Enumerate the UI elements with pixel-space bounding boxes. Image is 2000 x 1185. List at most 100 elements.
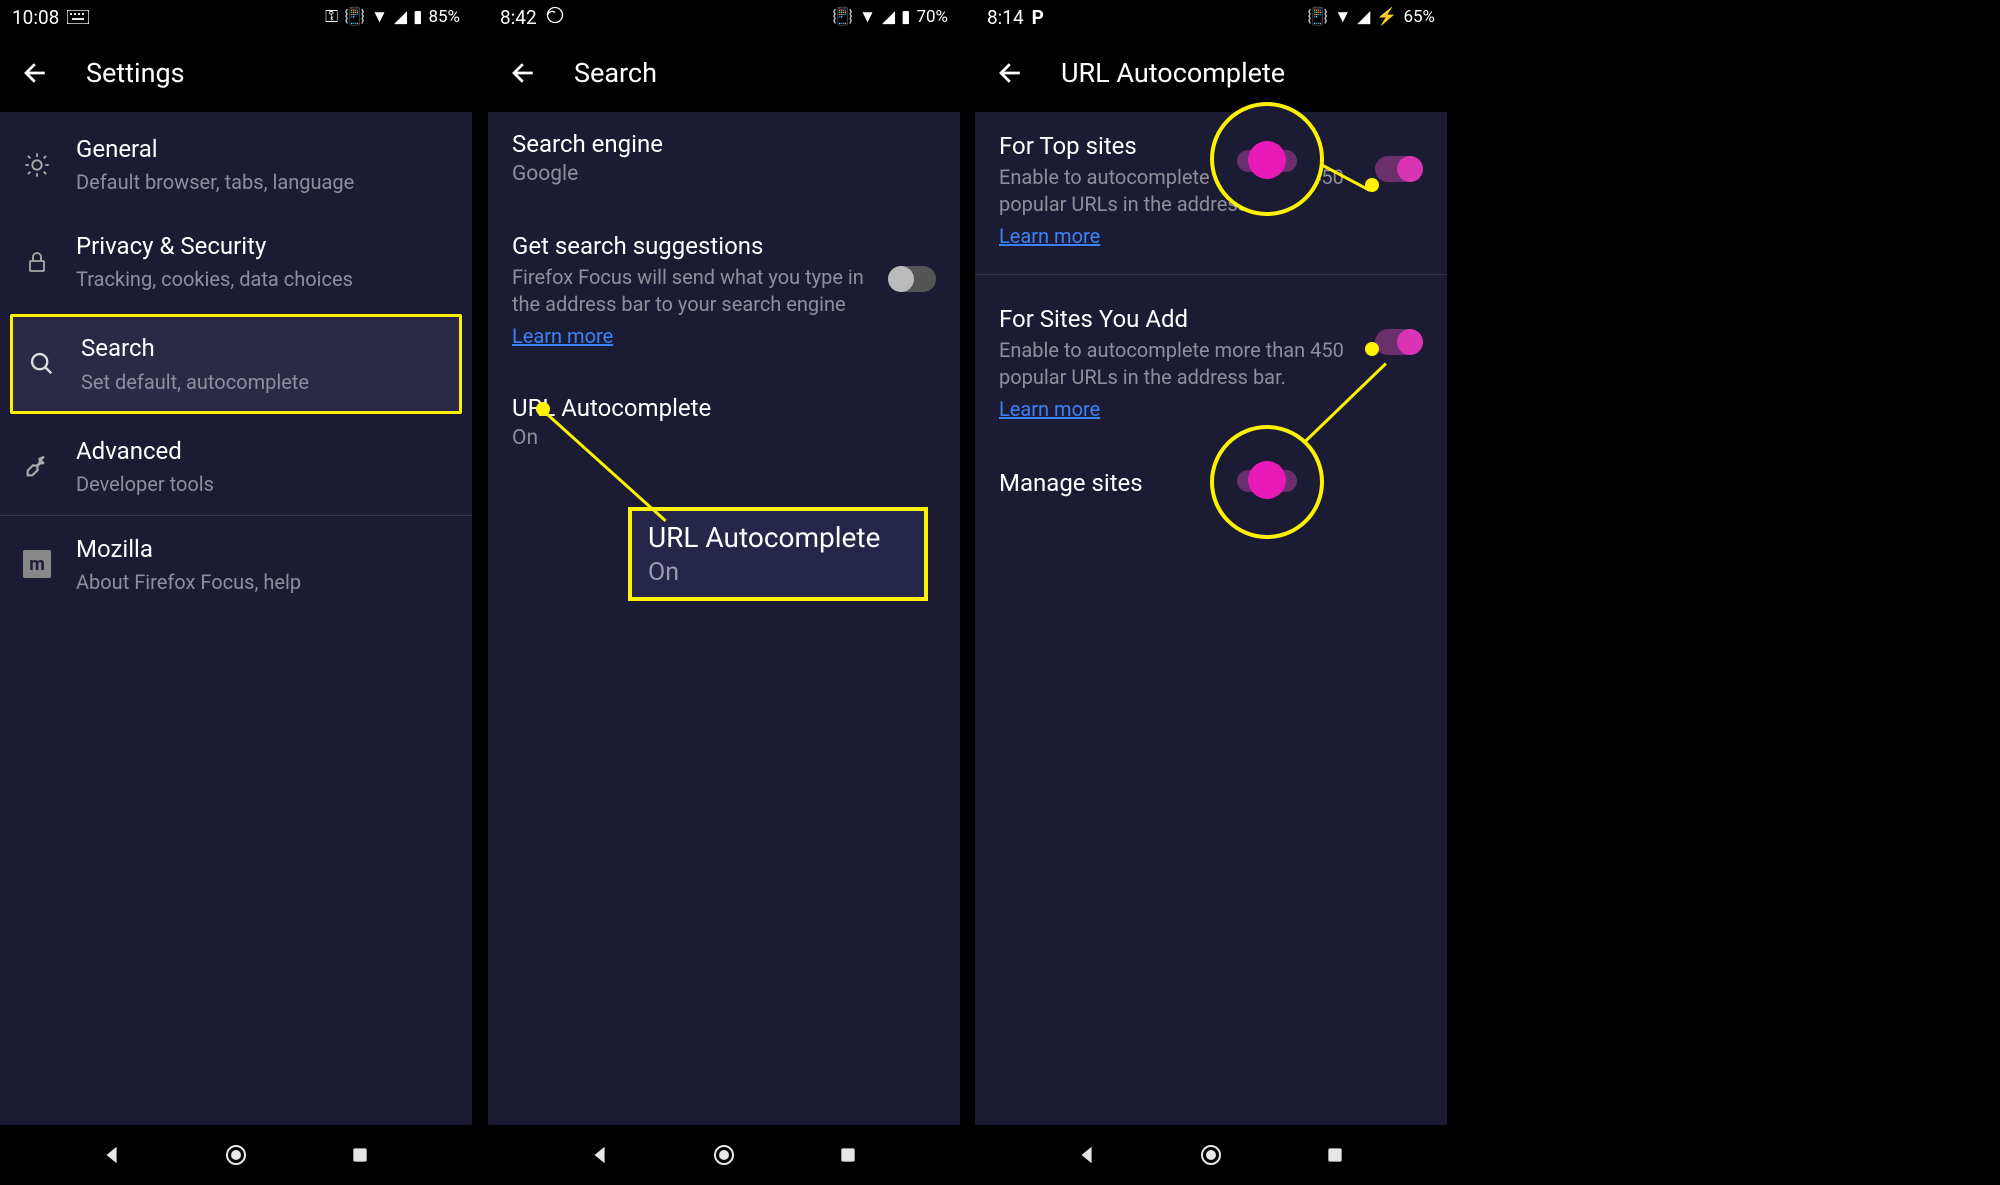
settings-item-advanced[interactable]: Advanced Developer tools: [0, 418, 472, 515]
suggestions-toggle[interactable]: [888, 266, 936, 292]
row-value: Google: [512, 162, 936, 186]
callout-value: On: [648, 558, 908, 587]
settings-item-mozilla[interactable]: m Mozilla About Firefox Focus, help: [0, 516, 472, 613]
learn-more-link[interactable]: Learn more: [999, 224, 1100, 248]
android-nav-bar: [488, 1125, 960, 1185]
wifi-icon: ▼: [859, 7, 876, 27]
nav-back[interactable]: [586, 1141, 614, 1169]
item-label: Search: [81, 333, 447, 364]
nav-recent[interactable]: [834, 1141, 862, 1169]
item-sub: Developer tools: [76, 471, 452, 497]
annotation-toggle-knob: [1248, 141, 1286, 179]
settings-item-general[interactable]: General Default browser, tabs, language: [0, 116, 472, 213]
page-title: Settings: [86, 57, 185, 89]
row-title: Get search suggestions: [512, 232, 874, 260]
android-nav-bar: [975, 1125, 1447, 1185]
url-autocomplete-row[interactable]: URL Autocomplete On: [488, 366, 960, 468]
nav-back[interactable]: [1073, 1141, 1101, 1169]
page-title: URL Autocomplete: [1061, 57, 1285, 89]
back-button[interactable]: [20, 57, 52, 89]
row-title: Search engine: [512, 130, 936, 158]
lock-icon: [20, 245, 54, 279]
p-icon: P: [1032, 6, 1044, 29]
wifi-icon: ▼: [1334, 7, 1351, 27]
item-sub: Default browser, tabs, language: [76, 169, 452, 195]
mozilla-icon: m: [20, 547, 54, 581]
signal-icon: ◢: [1357, 7, 1370, 27]
settings-item-privacy[interactable]: Privacy & Security Tracking, cookies, da…: [0, 213, 472, 310]
key-icon: ⚿: [325, 7, 338, 27]
vibrate-icon: 📳: [1307, 7, 1328, 27]
row-desc: Enable to autocomplete more than 450 pop…: [999, 337, 1361, 391]
annotation-callout: URL Autocomplete On: [628, 507, 928, 601]
search-engine-row[interactable]: Search engine Google: [488, 116, 960, 204]
nav-home[interactable]: [1197, 1141, 1225, 1169]
status-bar: 10:08 ⚿ 📳 ▼ ◢ ▮ 85%: [0, 0, 472, 34]
battery-icon: ▮: [901, 7, 910, 27]
status-bar: 8:14 P 📳 ▼ ◢ ⚡ 65%: [975, 0, 1447, 34]
screen-url-autocomplete: 8:14 P 📳 ▼ ◢ ⚡ 65% URL Autocomplete For …: [975, 0, 1447, 1185]
nav-home[interactable]: [222, 1141, 250, 1169]
row-title: Manage sites: [999, 469, 1423, 497]
back-button[interactable]: [995, 57, 1027, 89]
wrench-icon: [20, 449, 54, 483]
vibrate-icon: 📳: [832, 7, 853, 27]
screen-search: 8:42 📳 ▼ ◢ ▮ 70% Search Search engine Go…: [488, 0, 960, 1185]
learn-more-link[interactable]: Learn more: [999, 397, 1100, 421]
search-icon: [25, 347, 59, 381]
row-desc: Firefox Focus will send what you type in…: [512, 264, 874, 318]
top-sites-row[interactable]: For Top sites Enable to autocomplete mor…: [975, 116, 1447, 266]
nav-recent[interactable]: [346, 1141, 374, 1169]
row-desc: Enable to autocomplete more than 450 pop…: [999, 164, 1361, 218]
app-bar: URL Autocomplete: [975, 34, 1447, 112]
battery-pct: 85%: [428, 7, 460, 27]
keyboard-icon: [67, 6, 89, 29]
vibrate-icon: 📳: [344, 7, 365, 27]
sites-you-add-toggle[interactable]: [1375, 329, 1423, 355]
settings-list: General Default browser, tabs, language …: [0, 112, 472, 1125]
nav-recent[interactable]: [1321, 1141, 1349, 1169]
item-label: Advanced: [76, 436, 452, 467]
annotation-dot-bottom: [1365, 342, 1379, 356]
wifi-icon: ▼: [371, 7, 388, 27]
settings-item-search[interactable]: Search Set default, autocomplete: [10, 314, 462, 413]
screen-settings: 10:08 ⚿ 📳 ▼ ◢ ▮ 85% Settings General Def…: [0, 0, 472, 1185]
page-title: Search: [574, 57, 657, 89]
row-title: For Top sites: [999, 132, 1361, 160]
back-button[interactable]: [508, 57, 540, 89]
sites-you-add-row[interactable]: For Sites You Add Enable to autocomplete…: [975, 275, 1447, 439]
row-title: For Sites You Add: [999, 305, 1361, 333]
item-label: Privacy & Security: [76, 231, 452, 262]
status-bar: 8:42 📳 ▼ ◢ ▮ 70%: [488, 0, 960, 34]
item-sub: Tracking, cookies, data choices: [76, 266, 452, 292]
gear-icon: [20, 148, 54, 182]
status-time: 8:42: [500, 6, 537, 29]
annotation-dot-top: [1365, 178, 1379, 192]
row-title: URL Autocomplete: [512, 394, 936, 422]
battery-icon: ▮: [413, 7, 422, 27]
firefox-icon: [545, 5, 565, 30]
app-bar: Settings: [0, 34, 472, 112]
nav-home[interactable]: [710, 1141, 738, 1169]
app-bar: Search: [488, 34, 960, 112]
item-label: Mozilla: [76, 534, 452, 565]
autocomplete-settings-list: For Top sites Enable to autocomplete mor…: [975, 112, 1447, 1125]
annotation-toggle-knob: [1248, 461, 1286, 499]
item-sub: Set default, autocomplete: [81, 369, 447, 395]
search-settings-list: Search engine Google Get search suggesti…: [488, 112, 960, 1125]
manage-sites-row[interactable]: Manage sites: [975, 439, 1447, 515]
annotation-dot: [536, 402, 550, 416]
signal-icon: ◢: [882, 7, 895, 27]
item-sub: About Firefox Focus, help: [76, 569, 452, 595]
callout-title: URL Autocomplete: [648, 521, 908, 554]
battery-pct: 65%: [1403, 7, 1435, 27]
battery-pct: 70%: [916, 7, 948, 27]
top-sites-toggle[interactable]: [1375, 156, 1423, 182]
android-nav-bar: [0, 1125, 472, 1185]
signal-icon: ◢: [394, 7, 407, 27]
search-suggestions-row[interactable]: Get search suggestions Firefox Focus wil…: [488, 204, 960, 366]
learn-more-link[interactable]: Learn more: [512, 324, 613, 348]
battery-icon: ⚡: [1376, 7, 1397, 27]
nav-back[interactable]: [98, 1141, 126, 1169]
item-label: General: [76, 134, 452, 165]
